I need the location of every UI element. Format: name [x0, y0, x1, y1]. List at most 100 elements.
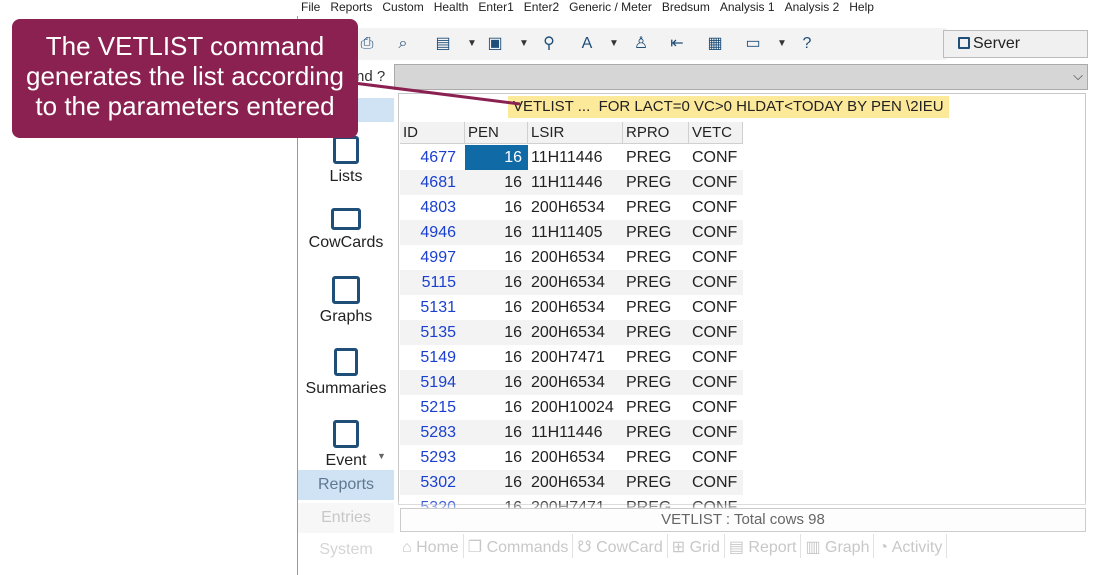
- table-row[interactable]: 5215 16 200H10024 PREG CONF: [400, 395, 743, 420]
- cell-id[interactable]: 4681: [400, 170, 464, 195]
- callout-line: generates the list according: [26, 61, 344, 91]
- sidebar-item-label: Summaries: [305, 380, 387, 397]
- column-header-id[interactable]: ID: [400, 122, 465, 144]
- table-row[interactable]: 5131 16 200H6534 PREG CONF: [400, 295, 743, 320]
- chevron-down-icon[interactable]: ▼: [467, 34, 477, 54]
- table-row[interactable]: 4677 16 11H11446 PREG CONF: [400, 145, 743, 170]
- chevron-down-icon[interactable]: ▼: [777, 34, 787, 54]
- cell-id[interactable]: 5283: [400, 420, 464, 445]
- sidebar-item-graphs[interactable]: Graphs: [298, 276, 394, 326]
- server-button[interactable]: Server: [943, 30, 1088, 58]
- tab-report[interactable]: ▤ Report: [725, 534, 802, 558]
- cell-rpro: PREG: [626, 249, 672, 266]
- cell-id[interactable]: 5149: [400, 345, 464, 370]
- sidebar-item-summaries[interactable]: Summaries: [298, 348, 394, 398]
- print-icon[interactable]: ⎙: [357, 34, 377, 54]
- tab-activity[interactable]: ◔ Activity: [874, 534, 948, 558]
- menu-enter1[interactable]: Enter1: [473, 0, 518, 16]
- cell-rpro: PREG: [626, 424, 672, 441]
- table-row[interactable]: 4997 16 200H6534 PREG CONF: [400, 245, 743, 270]
- column-header-pen[interactable]: PEN: [465, 122, 528, 144]
- chevron-down-icon[interactable]: ⌵: [1073, 68, 1083, 84]
- nav-entries[interactable]: Entries: [298, 503, 394, 533]
- menu-help[interactable]: Help: [844, 0, 879, 16]
- calendar-icon[interactable]: ▦: [705, 34, 725, 54]
- font-icon[interactable]: A: [577, 34, 597, 54]
- nav-system[interactable]: System: [298, 535, 394, 565]
- table-row[interactable]: 5135 16 200H6534 PREG CONF: [400, 320, 743, 345]
- cell-id[interactable]: 4946: [400, 220, 464, 245]
- table-row[interactable]: 5115 16 200H6534 PREG CONF: [400, 270, 743, 295]
- menu-analysis-1[interactable]: Analysis 1: [715, 0, 780, 16]
- cell-id[interactable]: 4997: [400, 245, 464, 270]
- tab-cowcard[interactable]: ☋ CowCard: [573, 534, 668, 558]
- cell-id[interactable]: 4677: [400, 145, 464, 170]
- print-preview-icon[interactable]: ⌕: [393, 34, 413, 54]
- table-row[interactable]: 5283 16 11H11446 PREG CONF: [400, 420, 743, 445]
- tab-label: Report: [748, 539, 797, 556]
- cell-rpro: PREG: [626, 199, 672, 216]
- tab-commands[interactable]: ❐ Commands: [464, 534, 574, 558]
- menu-reports[interactable]: Reports: [325, 0, 377, 16]
- menu-health[interactable]: Health: [429, 0, 474, 16]
- cowcard-icon: [331, 208, 361, 230]
- cell-rpro: PREG: [626, 474, 672, 491]
- tab-graph[interactable]: ▥ Graph: [801, 534, 875, 558]
- sidebar-item-lists[interactable]: Lists: [298, 136, 394, 186]
- nav-reports[interactable]: Reports: [298, 470, 394, 500]
- table-row[interactable]: 5302 16 200H6534 PREG CONF: [400, 470, 743, 495]
- table-row[interactable]: 5293 16 200H6534 PREG CONF: [400, 445, 743, 470]
- help-icon[interactable]: ?: [797, 34, 817, 54]
- scroll-down-icon[interactable]: ▼: [377, 451, 386, 461]
- menu-enter2[interactable]: Enter2: [519, 0, 564, 16]
- sidebar-item-label: Lists: [329, 168, 363, 185]
- cell-id[interactable]: 5131: [400, 295, 464, 320]
- search-icon[interactable]: ⚲: [539, 34, 559, 54]
- column-header-rpro[interactable]: RPRO: [623, 122, 689, 144]
- table-row[interactable]: 5149 16 200H7471 PREG CONF: [400, 345, 743, 370]
- cell-id[interactable]: 5302: [400, 470, 464, 495]
- sidebar-item-cowcards[interactable]: CowCards: [298, 208, 394, 252]
- screen-icon[interactable]: ▭: [743, 34, 763, 54]
- cell-id[interactable]: 5215: [400, 395, 464, 420]
- list-icon: [333, 136, 359, 164]
- sidebar-item-event[interactable]: Event: [298, 420, 394, 470]
- menu-file[interactable]: File: [296, 0, 325, 16]
- table-row[interactable]: 5194 16 200H6534 PREG CONF: [400, 370, 743, 395]
- cell-lsir: 200H6534: [531, 274, 605, 291]
- cell-id[interactable]: 4803: [400, 195, 464, 220]
- tab-label: Graph: [825, 539, 870, 556]
- cell-vetc: CONF: [692, 474, 738, 491]
- cell-rpro: PREG: [626, 449, 672, 466]
- notebook-icon[interactable]: ▤: [433, 34, 453, 54]
- save-icon[interactable]: ▣: [485, 34, 505, 54]
- cell-vetc: CONF: [692, 249, 738, 266]
- cell-lsir: 11H11446: [531, 174, 603, 191]
- menu-bredsum[interactable]: Bredsum: [657, 0, 715, 16]
- sidebar-item-label: CowCards: [308, 234, 384, 251]
- tab-home[interactable]: ⌂ Home: [398, 534, 464, 558]
- cell-id[interactable]: 5115: [400, 270, 464, 295]
- user-icon[interactable]: ♙: [631, 34, 651, 54]
- command-input[interactable]: ⌵: [394, 64, 1088, 90]
- table-row[interactable]: 4803 16 200H6534 PREG CONF: [400, 195, 743, 220]
- tab-grid[interactable]: ⊞ Grid: [668, 534, 725, 558]
- chevron-down-icon[interactable]: ▼: [519, 34, 529, 54]
- cell-vetc: CONF: [692, 199, 738, 216]
- tab-label: Activity: [891, 539, 943, 556]
- cell-id[interactable]: 5135: [400, 320, 464, 345]
- column-left-icon[interactable]: ⇤: [667, 34, 687, 54]
- table-row[interactable]: 4681 16 11H11446 PREG CONF: [400, 170, 743, 195]
- chevron-down-icon[interactable]: ▼: [609, 34, 619, 54]
- cell-rpro: PREG: [626, 174, 672, 191]
- column-header-vetc[interactable]: VETC: [689, 122, 743, 144]
- menu-generic-meter[interactable]: Generic / Meter: [564, 0, 657, 16]
- cell-lsir: 200H6534: [531, 249, 605, 266]
- table-row[interactable]: 4946 16 11H11405 PREG CONF: [400, 220, 743, 245]
- cell-id[interactable]: 5194: [400, 370, 464, 395]
- menu-analysis-2[interactable]: Analysis 2: [780, 0, 845, 16]
- column-header-lsir[interactable]: LSIR: [528, 122, 623, 144]
- menu-custom[interactable]: Custom: [377, 0, 428, 16]
- cell-id[interactable]: 5293: [400, 445, 464, 470]
- cell-pen: 16: [504, 174, 522, 191]
